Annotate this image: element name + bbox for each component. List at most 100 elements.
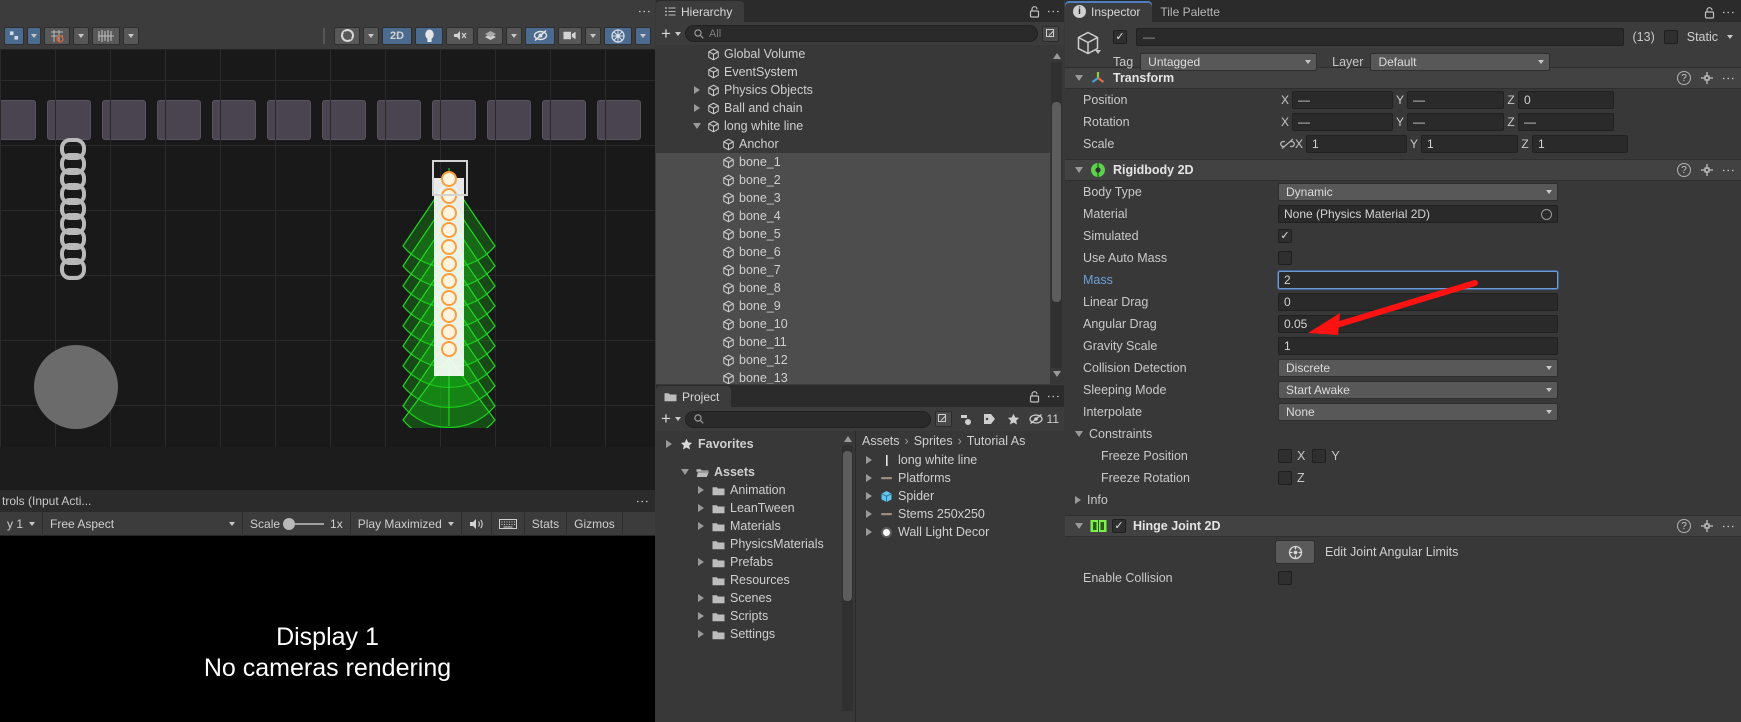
filter-by-label-icon[interactable] <box>980 413 1000 425</box>
rotation-x-input[interactable]: — <box>1292 113 1393 131</box>
lighting-toggle-icon[interactable] <box>415 26 443 45</box>
ball-and-chain-object[interactable] <box>60 138 86 280</box>
position-y-input[interactable]: — <box>1407 91 1504 109</box>
breadcrumb-item[interactable]: Tutorial As <box>967 434 1026 448</box>
collapse-arrow-icon[interactable] <box>1075 523 1083 529</box>
expand-arrow[interactable] <box>694 486 707 494</box>
preset-icon[interactable] <box>1700 519 1714 533</box>
aspect-ratio-dropdown[interactable]: Free Aspect <box>43 511 244 536</box>
project-add-button[interactable]: + <box>661 410 671 427</box>
hierarchy-item-bone-8[interactable]: bone_8 <box>656 279 1050 297</box>
project-folder-assets[interactable]: Assets <box>656 463 855 481</box>
bone-handle[interactable] <box>441 324 457 340</box>
hierarchy-search-scope-button[interactable] <box>1042 25 1059 42</box>
project-folder-scenes[interactable]: Scenes <box>656 589 855 607</box>
mute-audio-button[interactable] <box>462 511 492 536</box>
bone-handle[interactable] <box>441 205 457 221</box>
hierarchy-item-bone-1[interactable]: bone_1 <box>656 153 1050 171</box>
hierarchy-item-bone-10[interactable]: bone_10 <box>656 315 1050 333</box>
hierarchy-item-bone-7[interactable]: bone_7 <box>656 261 1050 279</box>
hingejoint2d-component-header[interactable]: ✓ Hinge Joint 2D ? ⋮ <box>1065 515 1741 537</box>
scale-slider-group[interactable]: Scale 1x <box>243 511 351 536</box>
hierarchy-item-physics-objects[interactable]: Physics Objects <box>656 81 1050 99</box>
chevron-right-icon[interactable] <box>665 440 672 448</box>
scale-slider-knob[interactable] <box>283 517 296 530</box>
project-assets-tree[interactable]: Assets Animation LeanTween Materials Physics… <box>656 463 855 643</box>
rigidbody2d-context-menu-icon[interactable]: ⋮ <box>1721 164 1736 177</box>
project-asset-list[interactable]: Assets › Sprites › Tutorial As long white li… <box>856 431 1064 722</box>
project-search-scope-button[interactable] <box>934 411 952 427</box>
breadcrumb[interactable]: Assets › Sprites › Tutorial As <box>856 431 1064 451</box>
hierarchy-overflow-menu-icon[interactable]: ⋮ <box>1046 5 1061 18</box>
scene-canvas[interactable] <box>0 50 655 447</box>
project-folder-materials[interactable]: Materials <box>656 517 855 535</box>
linear-drag-input[interactable]: 0 <box>1278 293 1558 311</box>
asset-row[interactable]: long white line <box>856 451 1064 469</box>
body-type-dropdown[interactable]: Dynamic <box>1278 183 1558 201</box>
rotation-y-input[interactable]: — <box>1407 113 1504 131</box>
project-folder-prefabs[interactable]: Prefabs <box>656 553 855 571</box>
expand-arrow[interactable] <box>694 612 707 620</box>
filter-by-type-icon[interactable] <box>956 413 976 426</box>
preset-icon[interactable] <box>1700 71 1714 85</box>
hingejoint2d-enabled-checkbox[interactable]: ✓ <box>1112 519 1126 533</box>
inspector-overflow-menu-icon[interactable]: ⋮ <box>1721 6 1736 19</box>
hierarchy-item-bone-3[interactable]: bone_3 <box>656 189 1050 207</box>
scroll-down-arrow[interactable] <box>1051 368 1062 380</box>
asset-row[interactable]: Stems 250x250 <box>856 505 1064 523</box>
tab-inspector[interactable]: i Inspector <box>1065 1 1153 22</box>
favorites-filter-icon[interactable] <box>1004 413 1024 426</box>
scene-overflow-menu-icon[interactable]: ⋮ <box>637 5 652 18</box>
scroll-up-arrow[interactable] <box>1051 50 1062 62</box>
hierarchy-item-long-white-line[interactable]: long white line <box>656 117 1050 135</box>
collapse-arrow-icon[interactable] <box>1075 75 1083 81</box>
add-object-button[interactable]: + <box>661 25 671 42</box>
rotation-z-input[interactable]: — <box>1518 113 1614 131</box>
play-maximized-dropdown[interactable]: Play Maximized <box>351 511 462 536</box>
scale-z-input[interactable]: 1 <box>1532 135 1628 153</box>
scale-y-input[interactable]: 1 <box>1421 135 1518 153</box>
hierarchy-scrollbar[interactable] <box>1051 50 1062 380</box>
tab-hierarchy[interactable]: Hierarchy <box>656 1 745 22</box>
expand-arrow[interactable] <box>862 456 875 464</box>
hierarchy-scroll-thumb[interactable] <box>1052 102 1061 302</box>
static-checkbox[interactable]: ✓ <box>1663 30 1678 44</box>
expand-arrow[interactable] <box>862 528 875 536</box>
constraints-foldout[interactable]: Constraints <box>1065 423 1741 445</box>
project-scroll-track[interactable] <box>842 445 853 711</box>
hierarchy-item-bone-13[interactable]: bone_13 <box>656 369 1050 384</box>
shading-mode-button[interactable] <box>334 26 360 45</box>
lock-icon[interactable] <box>1029 390 1040 403</box>
sleeping-mode-dropdown[interactable]: Start Awake <box>1278 381 1558 399</box>
layer-dropdown[interactable]: Default <box>1370 53 1551 71</box>
collapse-arrow-icon[interactable] <box>1075 167 1083 173</box>
scroll-up-arrow[interactable] <box>842 433 853 445</box>
project-tree-scrollbar[interactable] <box>842 433 853 719</box>
project-folder-settings[interactable]: Settings <box>656 625 855 643</box>
game-canvas[interactable]: Display 1 No cameras rendering <box>0 536 655 722</box>
hierarchy-item-ball-and-chain[interactable]: Ball and chain <box>656 99 1050 117</box>
help-icon[interactable]: ? <box>1677 163 1691 177</box>
bone-handle[interactable] <box>441 290 457 306</box>
handle-snap-dropdown[interactable] <box>123 26 139 45</box>
bone-handles-column[interactable] <box>437 170 461 358</box>
tab-project[interactable]: Project <box>656 386 732 407</box>
bone-handle[interactable] <box>441 341 457 357</box>
scale-slider[interactable] <box>283 517 325 530</box>
hierarchy-scroll-track[interactable] <box>1051 62 1062 368</box>
breadcrumb-item[interactable]: Assets <box>862 434 900 448</box>
collapse-arrow-icon[interactable] <box>1075 431 1083 437</box>
asset-row[interactable]: Platforms <box>856 469 1064 487</box>
handle-snap-icon[interactable] <box>92 26 120 45</box>
object-active-checkbox[interactable]: ✓ <box>1113 30 1127 44</box>
hierarchy-item-bone-12[interactable]: bone_12 <box>656 351 1050 369</box>
material-object-field[interactable]: None (Physics Material 2D) <box>1278 205 1558 223</box>
transform-context-menu-icon[interactable]: ⋮ <box>1721 72 1736 85</box>
hingejoint2d-context-menu-icon[interactable]: ⋮ <box>1721 520 1736 533</box>
chevron-down-icon[interactable] <box>674 417 681 421</box>
project-scroll-thumb[interactable] <box>843 451 852 601</box>
simulated-checkbox[interactable]: ✓ <box>1278 229 1292 243</box>
edit-joint-angular-limits-button[interactable] <box>1275 540 1315 564</box>
hierarchy-item-anchor[interactable]: Anchor <box>656 135 1050 153</box>
chevron-down-icon[interactable] <box>1727 35 1733 39</box>
